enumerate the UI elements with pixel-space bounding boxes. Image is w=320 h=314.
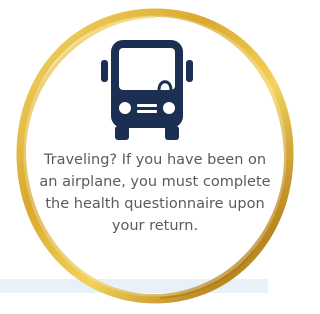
- travel-health-message: Traveling? If you have been on an airpla…: [39, 152, 271, 234]
- bus-icon: [101, 40, 193, 140]
